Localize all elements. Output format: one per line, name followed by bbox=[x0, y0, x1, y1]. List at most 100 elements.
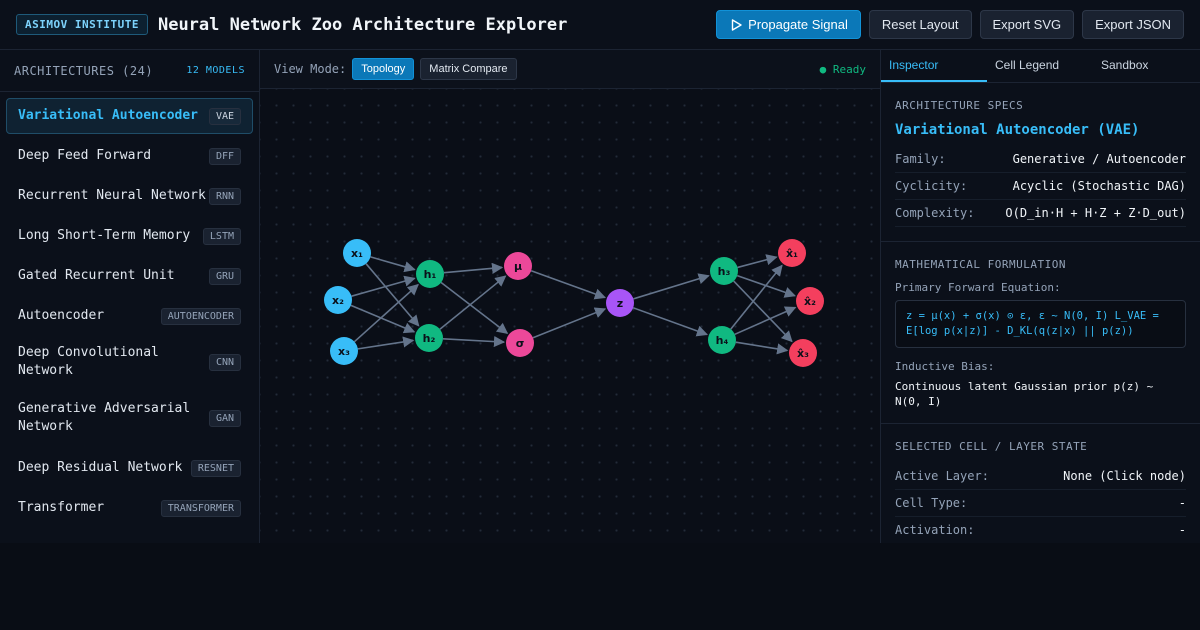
sidebar-item-label: Generative Adversarial Network bbox=[18, 401, 191, 434]
node-x2[interactable]: x₂ bbox=[324, 286, 352, 314]
reset-layout-button[interactable]: Reset Layout bbox=[868, 10, 972, 39]
sidebar-item-dff[interactable]: Deep Feed Forward DFF bbox=[6, 138, 253, 174]
edge-h4-o2 bbox=[734, 306, 797, 336]
sidebar-header: ARCHITECTURES (24) 12 MODELS bbox=[0, 50, 259, 92]
edge-h1-sigma bbox=[440, 281, 509, 334]
node-h2[interactable]: h₂ bbox=[415, 324, 443, 352]
node-h4[interactable]: h₄ bbox=[708, 326, 736, 354]
node-o3[interactable]: x̂₃ bbox=[789, 339, 817, 367]
state-key: Cell Type: bbox=[895, 496, 968, 510]
math-formulation-section: MATHEMATICAL FORMULATION Primary Forward… bbox=[881, 242, 1200, 424]
sidebar-item-lstm[interactable]: Long Short-Term Memory LSTM bbox=[6, 218, 253, 254]
topology-canvas[interactable]: x₁ x₂ x₃ h₁ h₂ μ σ z h₃ h₄ x̂₁ x̂₂ x̂₃ bbox=[260, 89, 880, 543]
spec-value: Acyclic (Stochastic DAG) bbox=[1012, 179, 1186, 193]
node-x3[interactable]: x₃ bbox=[330, 337, 358, 365]
equation-label: Primary Forward Equation: bbox=[895, 281, 1061, 294]
state-row-cell-type: Cell Type: - bbox=[895, 490, 1186, 517]
edge-h1-mu bbox=[443, 262, 504, 274]
app-root: ASIMOV INSTITUTE Neural Network Zoo Arch… bbox=[0, 0, 1200, 630]
architecture-heading: Variational Autoencoder (VAE) bbox=[895, 122, 1140, 138]
node-h1[interactable]: h₁ bbox=[416, 260, 444, 288]
sidebar-item-label: Recurrent Neural Network bbox=[18, 188, 206, 203]
sidebar-item-resnet[interactable]: Deep Residual Network RESNET bbox=[6, 450, 253, 486]
section-title: ARCHITECTURE SPECS bbox=[895, 99, 1024, 112]
node-mu[interactable]: μ bbox=[504, 252, 532, 280]
state-value: None (Click node) bbox=[1063, 469, 1186, 483]
inductive-bias-text: Continuous latent Gaussian prior p(z) ~ … bbox=[895, 380, 1154, 408]
sidebar-item-label: Transformer bbox=[18, 500, 105, 515]
edge-mu-z bbox=[530, 270, 607, 300]
tab-cell-legend[interactable]: Cell Legend bbox=[987, 50, 1093, 82]
matrix-compare-button[interactable]: Matrix Compare bbox=[420, 58, 517, 80]
edge-z-h4 bbox=[632, 307, 709, 337]
sidebar-item-label: Long Short-Term Memory bbox=[18, 228, 191, 243]
propagate-signal-label: Propagate Signal bbox=[748, 17, 848, 32]
node-h3[interactable]: h₃ bbox=[710, 257, 738, 285]
architecture-specs-section: ARCHITECTURE SPECS Variational Autoencod… bbox=[881, 83, 1200, 242]
edge-x3-h2 bbox=[357, 336, 415, 350]
node-o2[interactable]: x̂₂ bbox=[796, 287, 824, 315]
sidebar-item-label: Deep Feed Forward bbox=[18, 148, 152, 163]
node-label: x₃ bbox=[338, 345, 350, 358]
layer-state-section: SELECTED CELL / LAYER STATE Active Layer… bbox=[881, 424, 1200, 543]
sidebar-item-label: Deep Residual Network bbox=[18, 460, 183, 475]
spec-value: O(D_in·H + H·Z + Z·D_out) bbox=[1005, 206, 1186, 220]
edge-x1-h1 bbox=[370, 256, 416, 273]
sidebar-item-cnn[interactable]: Deep Convolutional Network CNN bbox=[6, 338, 253, 386]
node-label: h₄ bbox=[716, 334, 729, 347]
sidebar-item-autoencoder[interactable]: Autoencoder AUTOENCODER bbox=[6, 298, 253, 334]
node-x1[interactable]: x₁ bbox=[343, 239, 371, 267]
view-toolbar: View Mode: Topology Matrix Compare ● Rea… bbox=[260, 50, 880, 89]
section-title: SELECTED CELL / LAYER STATE bbox=[895, 440, 1088, 453]
sidebar-item-transformer[interactable]: Transformer TRANSFORMER bbox=[6, 490, 253, 526]
node-sigma[interactable]: σ bbox=[506, 329, 534, 357]
node-label: x₂ bbox=[332, 294, 344, 307]
state-value: - bbox=[1178, 496, 1186, 510]
export-svg-button[interactable]: Export SVG bbox=[979, 10, 1075, 39]
sidebar-item-tag: TRANSFORMER bbox=[160, 499, 241, 517]
architecture-list: Variational Autoencoder VAE Deep Feed Fo… bbox=[0, 92, 259, 536]
state-key: Activation: bbox=[895, 523, 975, 537]
sidebar-item-label: Autoencoder bbox=[18, 308, 105, 323]
header-actions: Propagate Signal Reset Layout Export SVG… bbox=[716, 10, 1184, 39]
sidebar-item-tag: CNN bbox=[208, 353, 241, 371]
sidebar-item-rnn[interactable]: Recurrent Neural Network RNN bbox=[6, 178, 253, 214]
section-title: MATHEMATICAL FORMULATION bbox=[895, 258, 1066, 271]
sidebar-item-gan[interactable]: Generative Adversarial Network GAN bbox=[6, 394, 253, 442]
status-indicator: ● Ready bbox=[819, 62, 866, 76]
sidebar-item-tag: GAN bbox=[208, 409, 241, 427]
page-title: Neural Network Zoo Architecture Explorer bbox=[157, 14, 568, 35]
sidebar-item-label: Gated Recurrent Unit bbox=[18, 268, 175, 283]
architecture-sidebar: ARCHITECTURES (24) 12 MODELS Variational… bbox=[0, 50, 260, 543]
topology-view-button[interactable]: Topology bbox=[352, 58, 415, 80]
propagate-signal-button[interactable]: Propagate Signal bbox=[716, 10, 861, 39]
forward-equation: z = μ(x) + σ(x) ⊙ ε, ε ~ N(0, I) L_VAE =… bbox=[895, 300, 1186, 348]
spec-key: Complexity: bbox=[895, 206, 975, 220]
edge-sigma-z bbox=[532, 307, 607, 339]
app-header: ASIMOV INSTITUTE Neural Network Zoo Arch… bbox=[0, 0, 1200, 50]
sidebar-item-gru[interactable]: Gated Recurrent Unit GRU bbox=[6, 258, 253, 294]
sidebar-item-tag: RESNET bbox=[190, 459, 241, 477]
node-label: h₃ bbox=[718, 265, 731, 278]
sidebar-title: ARCHITECTURES (24) bbox=[14, 63, 154, 78]
node-z[interactable]: z bbox=[606, 289, 634, 317]
spec-key: Family: bbox=[895, 152, 946, 166]
node-o1[interactable]: x̂₁ bbox=[778, 239, 806, 267]
node-label: x̂₁ bbox=[786, 247, 798, 260]
state-value: - bbox=[1178, 523, 1186, 537]
spec-row-cyclicity: Cyclicity: Acyclic (Stochastic DAG) bbox=[895, 173, 1186, 200]
inductive-bias-label: Inductive Bias: bbox=[895, 360, 995, 373]
tab-sandbox[interactable]: Sandbox bbox=[1093, 50, 1199, 82]
page-background bbox=[0, 543, 1200, 630]
export-json-button[interactable]: Export JSON bbox=[1082, 10, 1184, 39]
tab-inspector[interactable]: Inspector bbox=[881, 50, 987, 82]
network-graph[interactable]: x₁ x₂ x₃ h₁ h₂ μ σ z h₃ h₄ x̂₁ x̂₂ x̂₃ bbox=[260, 89, 880, 543]
node-label: x₁ bbox=[351, 247, 363, 260]
brand-badge: ASIMOV INSTITUTE bbox=[16, 14, 148, 35]
node-label: h₁ bbox=[424, 268, 437, 281]
spec-key: Cyclicity: bbox=[895, 179, 968, 193]
edge-h4-o1 bbox=[730, 264, 783, 330]
state-key: Active Layer: bbox=[895, 469, 989, 483]
view-mode-label: View Mode: bbox=[274, 62, 347, 76]
sidebar-item-vae[interactable]: Variational Autoencoder VAE bbox=[6, 98, 253, 134]
